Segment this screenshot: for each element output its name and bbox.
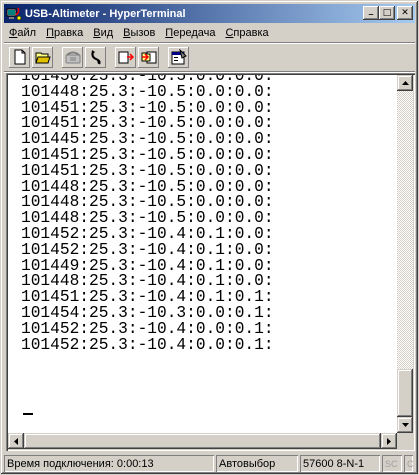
menu-file-label: айл <box>17 27 37 39</box>
maximize-icon: □ <box>382 7 392 18</box>
scroll-right-button[interactable] <box>381 433 397 449</box>
menu-call-label: ызов <box>130 27 156 39</box>
close-button[interactable]: ✕ <box>397 6 413 20</box>
hyperterminal-icon[interactable] <box>6 6 22 22</box>
caption-buttons: _ □ ✕ <box>363 6 413 20</box>
minimize-button[interactable]: _ <box>363 6 379 20</box>
scroll-up-button[interactable] <box>397 75 413 91</box>
minimize-icon: _ <box>368 5 374 16</box>
receive-file-icon <box>141 51 156 64</box>
menu-call-accel: В <box>123 27 131 39</box>
menu-edit-accel: П <box>46 27 54 39</box>
vertical-scroll-thumb[interactable] <box>397 369 413 417</box>
terminal-screen[interactable]: 101450:25.3:-10.5:0.0:0.0: 101448:25.3:-1… <box>8 75 397 433</box>
menu-view-accel: В <box>93 27 101 39</box>
title-bar[interactable]: USB-Altimeter - HyperTerminal _ □ ✕ <box>4 4 415 23</box>
properties-button[interactable] <box>168 47 189 68</box>
menu-view[interactable]: Вид <box>88 27 118 39</box>
open-folder-icon <box>34 52 51 64</box>
menu-edit-label: равка <box>53 27 84 39</box>
status-scroll-indicator: SC <box>382 455 402 472</box>
window-title: USB-Altimeter - HyperTerminal <box>25 7 186 20</box>
send-file-icon <box>118 51 134 64</box>
arrow-up-icon <box>401 81 409 85</box>
receive-button[interactable] <box>138 47 159 68</box>
scroll-down-button[interactable] <box>397 417 413 433</box>
terminal-output: 101450:25.3:-10.5:0.0:0.0: 101448:25.3:-1… <box>21 75 274 353</box>
properties-icon <box>171 49 187 65</box>
call-button[interactable] <box>62 47 83 68</box>
status-bar: Время подключения: 0:00:13 Автовыбор 576… <box>4 454 415 473</box>
arrow-left-icon <box>14 437 18 445</box>
scrollbar-corner <box>397 433 413 449</box>
status-caps-indicator: C <box>404 455 413 472</box>
menu-call[interactable]: Вызов <box>118 27 160 39</box>
new-document-icon <box>14 49 25 65</box>
toolbar <box>4 44 415 70</box>
scroll-left-button[interactable] <box>8 433 24 449</box>
status-autodetect: Автовыбор <box>216 455 298 472</box>
status-port-params: 57600 8-N-1 <box>300 455 380 472</box>
arrow-right-icon <box>387 437 391 445</box>
horizontal-scroll-thumb[interactable] <box>24 433 381 449</box>
menu-edit[interactable]: Правка <box>41 27 88 39</box>
horizontal-scrollbar[interactable] <box>8 433 397 449</box>
menu-view-label: ид <box>100 27 114 39</box>
terminal-line: 101452:25.3:-10.4:0.0:0.1: <box>21 335 274 354</box>
call-icon <box>65 51 80 64</box>
hyperterminal-window: USB-Altimeter - HyperTerminal _ □ ✕ Файл… <box>0 0 419 475</box>
send-button[interactable] <box>115 47 136 68</box>
menu-file[interactable]: Файл <box>4 27 41 39</box>
text-cursor <box>23 413 33 415</box>
menu-transfer-label: ередача <box>173 27 216 39</box>
open-button[interactable] <box>32 47 53 68</box>
maximize-button[interactable]: □ <box>379 6 395 20</box>
menu-help[interactable]: Справка <box>220 27 273 39</box>
disconnect-button[interactable] <box>85 47 106 68</box>
status-connection-time: Время подключения: 0:00:13 <box>4 455 214 472</box>
menu-bar: Файл Правка Вид Вызов Передача Справка <box>4 24 415 42</box>
disconnect-icon <box>90 50 101 65</box>
close-icon: ✕ <box>401 7 409 18</box>
vertical-scrollbar[interactable] <box>397 75 413 433</box>
menu-transfer[interactable]: Передача <box>160 27 220 39</box>
new-button[interactable] <box>9 47 30 68</box>
menu-help-label: правка <box>233 27 269 39</box>
arrow-down-icon <box>401 423 409 427</box>
